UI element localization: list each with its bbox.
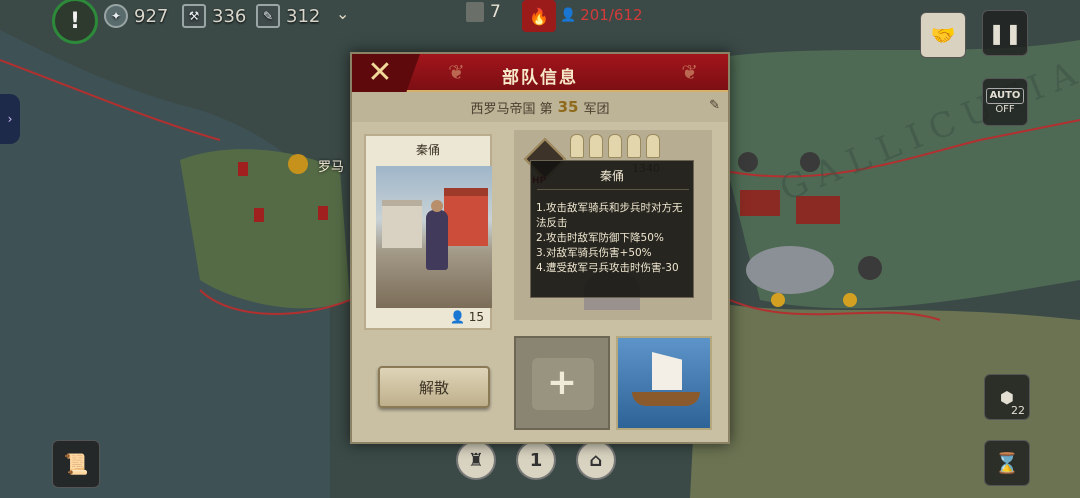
scroll-icon: ✎ [256, 4, 280, 28]
scroll-value: 312 [286, 5, 321, 27]
unit-skill-tooltip: 秦俑 1.攻击敌军骑兵和步兵时对方无法反击 2.攻击时敌军防御下降50% 3.对… [530, 160, 694, 298]
skill-line: 2.攻击时敌军防御下降50% [536, 232, 664, 244]
fire-icon[interactable]: 🔥 [522, 0, 556, 32]
chip-number: 1 [529, 449, 543, 471]
resource-silver[interactable]: ✦ 927 [104, 4, 168, 28]
skill-line: 3.对敌军骑兵伤害+50% [536, 247, 652, 259]
top-hud: ! ✦ 927 ⚒ 336 ✎ 312 ⌄ 7 🔥 👤 201/612 [0, 0, 1080, 44]
building-chip[interactable]: ⌂ [576, 440, 616, 480]
end-turn-button[interactable]: ⌛ [984, 440, 1030, 486]
mission-scroll-button[interactable]: 📜 [52, 440, 100, 488]
hex-count: 22 [1011, 404, 1025, 417]
plus-icon: + [546, 362, 578, 403]
subtitle-prefix: 西罗马帝国 第 [470, 101, 553, 117]
city-label-rome[interactable]: 罗马 [318, 156, 344, 175]
side-panel-tab[interactable]: › [0, 94, 20, 144]
pause-button[interactable]: ❚❚ [982, 10, 1028, 56]
hammer-icon: ⚒ [182, 4, 206, 28]
pause-icon: ❚❚ [988, 21, 1022, 45]
hammer-value: 336 [212, 5, 247, 27]
rank-pip [589, 134, 603, 158]
tooltip-skill-list: 1.攻击敌军骑兵和步兵时对方无法反击 2.攻击时敌军防御下降50% 3.对敌军骑… [536, 201, 689, 276]
hourglass-icon: ⌛ [994, 451, 1020, 475]
hex-grid-button[interactable]: ⬢ 22 [984, 374, 1030, 420]
subtitle-suffix: 军团 [583, 101, 610, 117]
ship-sail [652, 352, 682, 390]
person-icon: 👤 [449, 310, 465, 324]
resource-scroll[interactable]: ✎ 312 [256, 4, 320, 28]
skill-line: 4.遭受敌军弓兵攻击时伤害-30 [536, 262, 679, 274]
legion-subtitle: 西罗马帝国 第 35 军团 ✎ [352, 92, 728, 122]
flag-counter[interactable]: 7 [466, 2, 501, 22]
add-unit-slot[interactable]: + [514, 336, 610, 430]
ship-unit-slot[interactable] [616, 336, 712, 430]
chevron-down-icon[interactable]: ⌄ [336, 4, 349, 23]
close-icon: ✕ [367, 55, 393, 90]
legion-number: 35 [557, 98, 579, 116]
alert-button[interactable]: ! [52, 0, 98, 44]
auto-battle-toggle[interactable]: AUTO OFF [982, 78, 1028, 126]
unit-card[interactable]: 秦俑 👤 15 [364, 134, 492, 330]
rank-pip [627, 134, 641, 158]
tooltip-unit-name: 秦俑 [599, 169, 624, 183]
unit-portrait [376, 166, 492, 308]
ship-icon [632, 392, 700, 406]
exclamation-icon: ! [69, 8, 81, 34]
resource-hammer[interactable]: ⚒ 336 [182, 4, 246, 28]
rank-pip [608, 134, 622, 158]
map-scroll-icon: 📜 [63, 452, 89, 476]
building-icon: ⌂ [589, 449, 603, 471]
skill-line: 1.攻击敌军骑兵和步兵时对方无法反击 [536, 202, 683, 229]
rank-pip [570, 134, 584, 158]
castle-icon: ♜ [467, 449, 485, 471]
rank-pips [570, 134, 660, 158]
pencil-icon[interactable]: ✎ [709, 98, 720, 113]
dismiss-button[interactable]: 解散 [378, 366, 490, 408]
bottom-chip-bar: ♜ 1 ⌂ [456, 440, 616, 480]
troop-counter: 👤 201/612 [560, 6, 643, 24]
troop-value: 201/612 [580, 6, 643, 24]
numbered-chip[interactable]: 1 [516, 440, 556, 480]
flag-icon [466, 2, 484, 22]
dialog-header: ❦ ❦ 部队信息 ✕ [352, 54, 728, 92]
silver-value: 927 [134, 5, 169, 27]
divider [537, 189, 689, 190]
silver-coin-icon: ✦ [104, 4, 128, 28]
unit-card-name: 秦俑 [415, 143, 440, 157]
fortress-chip[interactable]: ♜ [456, 440, 496, 480]
rank-pip [646, 134, 660, 158]
handshake-icon: 🤝 [930, 23, 956, 47]
diplomacy-button[interactable]: 🤝 [920, 12, 966, 58]
auto-state: OFF [995, 104, 1015, 115]
person-icon: 👤 [560, 7, 577, 23]
chevron-right-icon: › [7, 112, 13, 126]
unit-card-count: 👤 15 [449, 310, 484, 324]
flag-count: 7 [490, 2, 501, 22]
unit-info-dialog: ❦ ❦ 部队信息 ✕ 西罗马帝国 第 35 军团 ✎ 秦俑 👤 15 秦俑 1.… [350, 52, 730, 444]
auto-label: AUTO [985, 88, 1025, 104]
